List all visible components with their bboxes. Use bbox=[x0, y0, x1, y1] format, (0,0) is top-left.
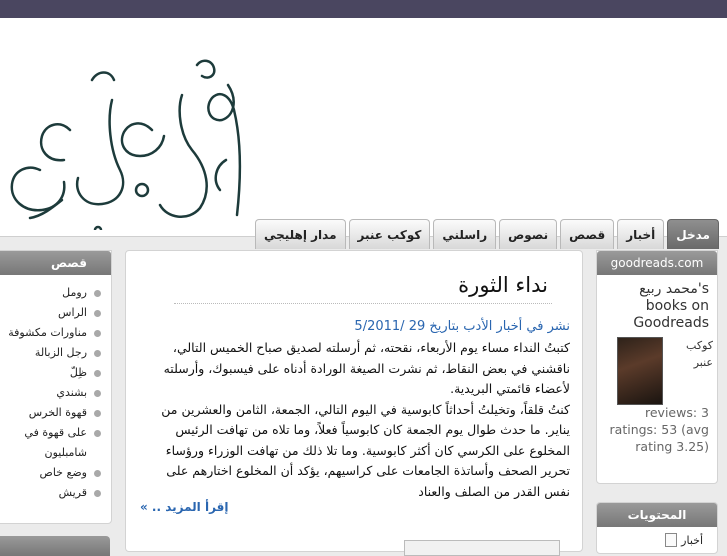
stories-sidebar-title: قصص bbox=[0, 251, 111, 275]
tab-elliptic-orbit[interactable]: مدار إهليجي bbox=[254, 219, 346, 249]
goodreads-header[interactable]: goodreads.com bbox=[597, 251, 717, 275]
list-item[interactable]: مناورات مكشوفة bbox=[0, 323, 111, 343]
list-item[interactable]: قهوة الخرس bbox=[0, 403, 111, 423]
book-cover[interactable] bbox=[617, 337, 663, 405]
list-item[interactable]: بشندي bbox=[0, 383, 111, 403]
tab-contact[interactable]: راسلني bbox=[433, 219, 497, 249]
stat-reviews: reviews: 3 bbox=[645, 405, 709, 420]
goodreads-owner-line: Goodreads bbox=[633, 315, 709, 331]
list-item[interactable]: الراس bbox=[0, 303, 111, 323]
goodreads-owner-line: books on bbox=[645, 298, 709, 314]
article-card: نداء الثورة نشر في أخبار الأدب بتاريخ 29… bbox=[125, 250, 583, 556]
stat-average: rating 3.25) bbox=[635, 439, 709, 454]
top-bar bbox=[0, 0, 727, 18]
list-item[interactable]: رجل الزبالة bbox=[0, 343, 111, 363]
stories-list: رومل الراس مناورات مكشوفة رجل الزبالة ظِ… bbox=[0, 283, 111, 503]
list-item[interactable]: ظِلّ bbox=[0, 363, 111, 383]
read-more-link[interactable]: إقرأ المزيد .. » bbox=[140, 500, 229, 514]
site-header: مدخل أخبار قصص نصوص راسلني كوكب عنبر مدا… bbox=[0, 18, 727, 249]
article-paragraph: كنتُ قلقاً، وتخيلتُ أحداثاً كابوسية في ا… bbox=[161, 401, 570, 499]
goodreads-owner-line: محمد ربيع's bbox=[639, 281, 709, 297]
list-item[interactable]: وضع خاص bbox=[0, 463, 111, 483]
calligraphy-logo[interactable] bbox=[2, 40, 252, 230]
contents-widget: المحتويات أخبار bbox=[596, 502, 718, 554]
contents-header: المحتويات bbox=[597, 503, 717, 527]
tab-texts[interactable]: نصوص bbox=[499, 219, 558, 249]
stories-sidebar: قصص رومل الراس مناورات مكشوفة رجل الزبال… bbox=[0, 250, 112, 524]
tab-home[interactable]: مدخل bbox=[667, 219, 719, 249]
title-divider bbox=[174, 303, 552, 304]
tab-news[interactable]: أخبار bbox=[617, 219, 665, 249]
second-sidebar-header bbox=[0, 536, 110, 556]
share-buttons[interactable] bbox=[404, 540, 560, 556]
goodreads-stats: reviews: 3 ratings: 53 (avg rating 3.25) bbox=[601, 404, 709, 455]
list-item[interactable]: رومل bbox=[0, 283, 111, 303]
article-meta[interactable]: نشر في أخبار الأدب بتاريخ 29 /5/2011 bbox=[354, 319, 570, 334]
article-body: كتبتُ النداء مساء يوم الأربعاء، نقحته، ث… bbox=[138, 338, 570, 502]
goodreads-owner[interactable]: محمد ربيع's books on Goodreads bbox=[601, 281, 709, 332]
article-paragraph: كتبتُ النداء مساء يوم الأربعاء، نقحته، ث… bbox=[163, 340, 570, 396]
list-item[interactable]: قريش bbox=[0, 483, 111, 503]
tab-planet-anbar[interactable]: كوكب عنبر bbox=[348, 219, 431, 249]
stat-ratings: ratings: 53 (avg bbox=[609, 422, 709, 437]
goodreads-widget: goodreads.com محمد ربيع's books on Goodr… bbox=[596, 250, 718, 484]
list-item[interactable]: على قهوة في شامبليون bbox=[0, 423, 111, 463]
tab-stories[interactable]: قصص bbox=[560, 219, 615, 249]
book-title[interactable]: كوكب عنبر bbox=[679, 337, 713, 371]
article-title[interactable]: نداء الثورة bbox=[458, 273, 548, 297]
main-nav: مدخل أخبار قصص نصوص راسلني كوكب عنبر مدا… bbox=[252, 219, 719, 252]
